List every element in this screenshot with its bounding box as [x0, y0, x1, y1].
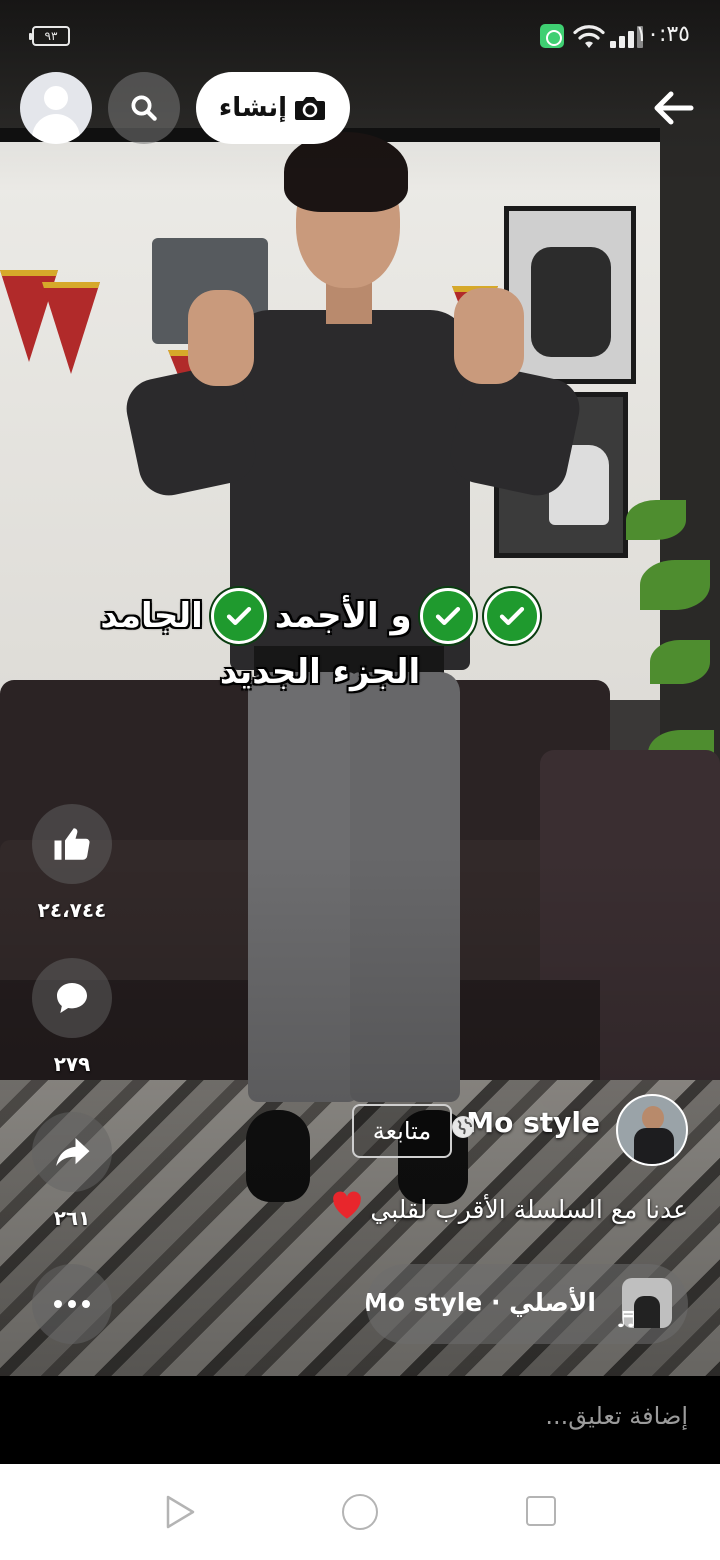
- back-arrow-icon: [654, 91, 694, 125]
- thumbs-up-icon: [54, 828, 90, 860]
- share-count: ٢٦١: [53, 1206, 91, 1230]
- nav-recent-square-icon[interactable]: [526, 1496, 556, 1526]
- post-text-content: عدنا مع السلسلة الأقرب لقلبي: [370, 1194, 688, 1224]
- author-name[interactable]: Mo style: [466, 1106, 600, 1139]
- wifi-icon: [573, 25, 605, 48]
- comment-icon: [57, 983, 87, 1013]
- check-icon: [419, 588, 476, 644]
- music-note-icon: ♬: [616, 1308, 636, 1333]
- audio-track-pill[interactable]: ♬ الأصلي · Mo style: [366, 1264, 688, 1344]
- create-button[interactable]: إنشاء: [196, 72, 350, 144]
- follow-button[interactable]: متابعة: [352, 1104, 452, 1158]
- caption-text-line2: الجزء الجديد: [219, 652, 421, 692]
- like-action[interactable]: ٢٤،٧٤٤: [32, 804, 112, 922]
- app-notification-icon: [540, 24, 564, 48]
- share-action[interactable]: ٢٦١: [32, 1112, 112, 1230]
- like-button[interactable]: [32, 804, 112, 884]
- system-navigation-bar: [0, 1464, 720, 1560]
- status-time: ١٠:٣٥: [635, 22, 690, 47]
- comment-action[interactable]: ٢٧٩: [32, 958, 112, 1076]
- caption-text-part1: الجامد: [100, 596, 203, 636]
- search-button[interactable]: [108, 72, 180, 144]
- back-button[interactable]: [640, 80, 704, 136]
- create-label: إنشاء: [218, 93, 288, 123]
- more-dots-icon: [54, 1300, 62, 1308]
- comment-bar: إضافة تعليق...: [0, 1376, 720, 1464]
- comment-button[interactable]: [32, 958, 112, 1038]
- comment-count: ٢٧٩: [53, 1052, 91, 1076]
- check-icon: [483, 588, 540, 644]
- share-button[interactable]: [32, 1112, 112, 1192]
- audio-track-label: الأصلي · Mo style: [366, 1288, 596, 1317]
- heart-icon: [330, 1190, 364, 1228]
- globe-icon: [452, 1116, 474, 1138]
- camera-icon: [295, 97, 326, 120]
- caption-text-part2: و الأجمد: [274, 596, 412, 636]
- search-icon: [131, 95, 157, 121]
- author-avatar[interactable]: [616, 1094, 688, 1166]
- share-arrow-icon: [56, 1138, 90, 1166]
- more-options-button[interactable]: [32, 1264, 112, 1344]
- video-caption: الجامد و الأجمد الجزء الجديد: [80, 584, 560, 692]
- profile-avatar-icon[interactable]: [20, 72, 92, 144]
- post-text: عدنا مع السلسلة الأقرب لقلبي: [330, 1190, 688, 1228]
- battery-icon: ٩٣: [29, 26, 70, 46]
- nav-home-circle-icon[interactable]: [342, 1494, 378, 1530]
- video-caption-line1: الجامد و الأجمد: [80, 584, 560, 648]
- status-bar: ٩٣ ١٠:٣٥: [0, 0, 720, 70]
- comment-input[interactable]: إضافة تعليق...: [545, 1402, 688, 1430]
- like-count: ٢٤،٧٤٤: [37, 898, 107, 922]
- check-icon: [210, 588, 267, 644]
- nav-back-triangle-icon[interactable]: [164, 1494, 196, 1530]
